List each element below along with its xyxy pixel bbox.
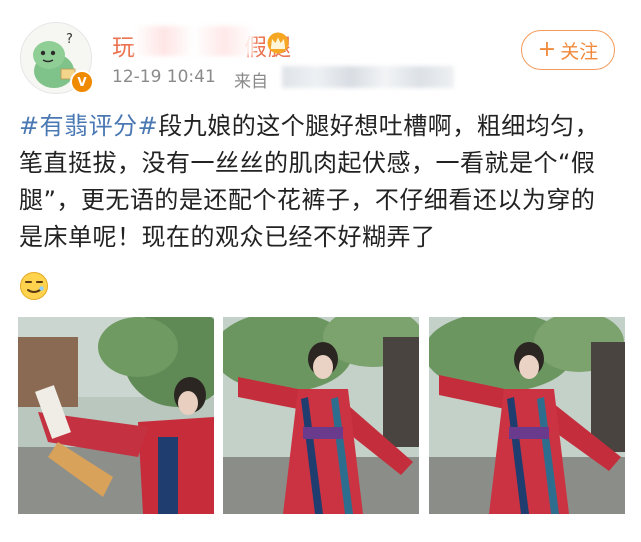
username-prefix: 玩 [112, 35, 136, 61]
svg-text:?: ? [66, 32, 73, 47]
post-image-1[interactable] [18, 317, 214, 514]
follow-button-label: 关注 [560, 40, 599, 63]
post-body: #有翡评分#段九娘的这个腿好想吐槽啊，粗细均匀，笔直挺拔，没有一丝丝的肌肉起伏感… [19, 108, 619, 256]
topic-hashtag-link[interactable]: #有翡评分# [19, 112, 158, 140]
source-blur-mask [282, 66, 454, 88]
post-timestamp: 12-19 10:41 [112, 67, 216, 87]
plus-icon: + [537, 37, 557, 62]
drama-still-1 [18, 317, 214, 514]
weibo-post-card: ? V 玩假腿 12-19 10:41 来自 + 关注 #有翡评分#段九娘的这个… [0, 0, 641, 542]
post-source-label: 来自 [234, 72, 268, 92]
post-image-3[interactable] [429, 317, 625, 514]
awkward-smile-emoji-icon [20, 272, 48, 300]
drama-still-3 [429, 317, 625, 514]
drama-still-2 [223, 317, 419, 514]
follow-button[interactable]: + 关注 [521, 30, 615, 70]
post-image-2[interactable] [223, 317, 419, 514]
crown-icon [267, 32, 289, 54]
verified-v-icon: V [70, 70, 94, 94]
username-blur-mask [134, 26, 254, 56]
